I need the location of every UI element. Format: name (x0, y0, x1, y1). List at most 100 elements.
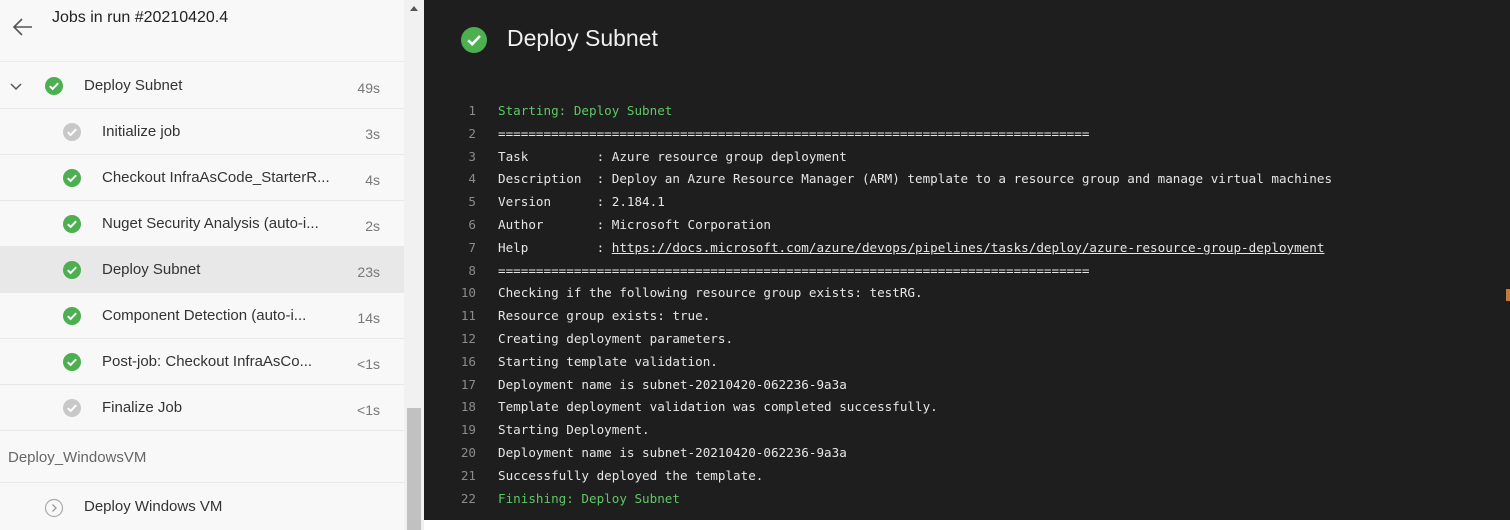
log-line: 7 Help : https://docs.microsoft.com/azure… (424, 237, 1510, 260)
log-line-text: Creating deployment parameters. (498, 330, 734, 346)
stage-duration: 49s (357, 80, 380, 96)
log-line-number: 5 (468, 194, 476, 210)
log-line-text: Starting template validation. (498, 353, 718, 369)
step-duration: 4s (365, 172, 380, 188)
skipped-check-icon (62, 122, 82, 142)
success-check-icon (44, 76, 64, 96)
jobs-panel: Jobs in run #20210420.4 Deploy Subnet 49… (0, 0, 404, 530)
step-label: Checkout InfraAsCode_StarterR... (102, 169, 330, 186)
log-line: 4 Description : Deploy an Azure Resource … (424, 168, 1510, 191)
job-row-deploy-windows-vm[interactable]: Deploy Windows VM (0, 484, 404, 530)
log-line-text: ========================================… (498, 125, 1090, 141)
step-label: Component Detection (auto-i... (102, 307, 307, 324)
log-line-text: Resource group exists: true. (498, 308, 711, 324)
step-label: Initialize job (102, 123, 181, 140)
step-duration: 3s (365, 126, 380, 142)
success-check-icon (62, 168, 82, 188)
step-row[interactable]: Checkout InfraAsCode_StarterR... 4s (0, 155, 404, 201)
log-line-text: Deployment name is subnet-20210420-06223… (498, 444, 847, 460)
log-line: 3 Task : Azure resource group deployment (424, 146, 1510, 169)
log-line: 16 Starting template validation. (424, 351, 1510, 374)
log-line: 12 Creating deployment parameters. (424, 328, 1510, 351)
log-line: 10 Checking if the following resource gro… (424, 282, 1510, 305)
log-line-number: 21 (460, 467, 476, 483)
jobs-scrollbar[interactable] (404, 0, 424, 530)
log-panel: Deploy Subnet 1 Starting: Deploy Subnet 2 =… (424, 0, 1510, 520)
log-line-number: 19 (460, 422, 476, 438)
log-line-text: Successfully deployed the template. (498, 467, 764, 483)
step-row-selected[interactable]: Deploy Subnet 23s (0, 247, 404, 293)
log-line-number: 17 (460, 376, 476, 392)
success-check-icon (62, 306, 82, 326)
step-row[interactable]: Post-job: Checkout InfraAsCo... <1s (0, 339, 404, 385)
log-line-number: 6 (468, 216, 476, 232)
log-line-number: 16 (460, 353, 476, 369)
log-line-number: 12 (460, 330, 476, 346)
log-output: 1 Starting: Deploy Subnet 2 ===============… (424, 100, 1510, 510)
log-line: 5 Version : 2.184.1 (424, 191, 1510, 214)
log-line-text: Checking if the following resource group… (498, 285, 923, 301)
log-line: 2 =======================================… (424, 123, 1510, 146)
step-label: Post-job: Checkout InfraAsCo... (102, 353, 313, 370)
log-line-number: 4 (468, 171, 476, 187)
step-duration: 14s (357, 310, 380, 326)
jobs-header: Jobs in run #20210420.4 (0, 0, 404, 62)
log-line-text: Task : Azure resource group deployment (498, 148, 847, 164)
log-line-number: 18 (460, 399, 476, 415)
log-line: 22 Finishing: Deploy Subnet (424, 488, 1510, 511)
page-title: Jobs in run #20210420.4 (52, 9, 229, 26)
log-line-text: Description : Deploy an Azure Resource M… (498, 171, 1333, 187)
help-link[interactable]: https://docs.microsoft.com/azure/devops/… (612, 240, 1325, 255)
skipped-check-icon (62, 398, 82, 418)
log-line-text: Finishing: Deploy Subnet (498, 490, 680, 506)
step-duration: 2s (365, 218, 380, 234)
step-label: Deploy Subnet (102, 261, 201, 278)
pending-chevron-icon (44, 498, 64, 518)
step-row[interactable]: Initialize job 3s (0, 109, 404, 155)
scroll-thumb[interactable] (407, 408, 421, 530)
success-check-icon (460, 26, 488, 54)
log-line-text: Author : Microsoft Corporation (498, 216, 771, 232)
step-row[interactable]: Component Detection (auto-i... 14s (0, 293, 404, 339)
log-line-number: 2 (468, 125, 476, 141)
log-line-number: 22 (460, 490, 476, 506)
step-label: Finalize Job (102, 399, 183, 416)
log-line-number: 7 (468, 239, 476, 255)
stage-header-deploy-windowsvm[interactable]: Deploy_WindowsVM (0, 431, 404, 483)
job-label: Deploy Windows VM (84, 498, 223, 515)
log-line-number: 10 (460, 285, 476, 301)
log-title: Deploy Subnet (507, 25, 658, 51)
log-line: 18 Template deployment validation was com… (424, 396, 1510, 419)
log-line-text: Version : 2.184.1 (498, 194, 665, 210)
log-line-text: Template deployment validation was compl… (498, 399, 938, 415)
success-check-icon (62, 352, 82, 372)
log-line-text: Deployment name is subnet-20210420-06223… (498, 376, 847, 392)
step-row[interactable]: Finalize Job <1s (0, 385, 404, 431)
log-line-text: Starting Deployment. (498, 422, 650, 438)
success-check-icon (62, 214, 82, 234)
stage-row-deploy-subnet[interactable]: Deploy Subnet 49s (0, 63, 404, 109)
step-duration: <1s (357, 402, 380, 418)
log-line-number: 1 (468, 103, 476, 118)
chevron-down-icon[interactable] (8, 78, 24, 94)
log-line: 21 Successfully deployed the template. (424, 465, 1510, 488)
bottom-strip (424, 520, 1510, 530)
stage-label: Deploy Subnet (84, 77, 183, 94)
log-line: 8 =======================================… (424, 260, 1510, 283)
step-duration: 23s (357, 264, 380, 280)
log-line-text: Starting: Deploy Subnet (498, 103, 673, 118)
log-line-number: 11 (460, 308, 476, 324)
log-line: 11 Resource group exists: true. (424, 305, 1510, 328)
step-row[interactable]: Nuget Security Analysis (auto-i... 2s (0, 201, 404, 247)
log-line-text: Help : https://docs.microsoft.com/azure/… (498, 239, 1325, 255)
back-arrow-icon[interactable] (10, 14, 36, 40)
log-line-number: 8 (468, 262, 476, 278)
log-line: 17 Deployment name is subnet-20210420-062… (424, 374, 1510, 397)
resize-handle[interactable] (1506, 289, 1510, 301)
log-line-number: 3 (468, 148, 476, 164)
log-line: 20 Deployment name is subnet-20210420-062… (424, 442, 1510, 465)
step-label: Nuget Security Analysis (auto-i... (102, 215, 319, 232)
log-line: 6 Author : Microsoft Corporation (424, 214, 1510, 237)
scroll-up-arrow-icon[interactable] (404, 0, 424, 18)
step-duration: <1s (357, 356, 380, 372)
